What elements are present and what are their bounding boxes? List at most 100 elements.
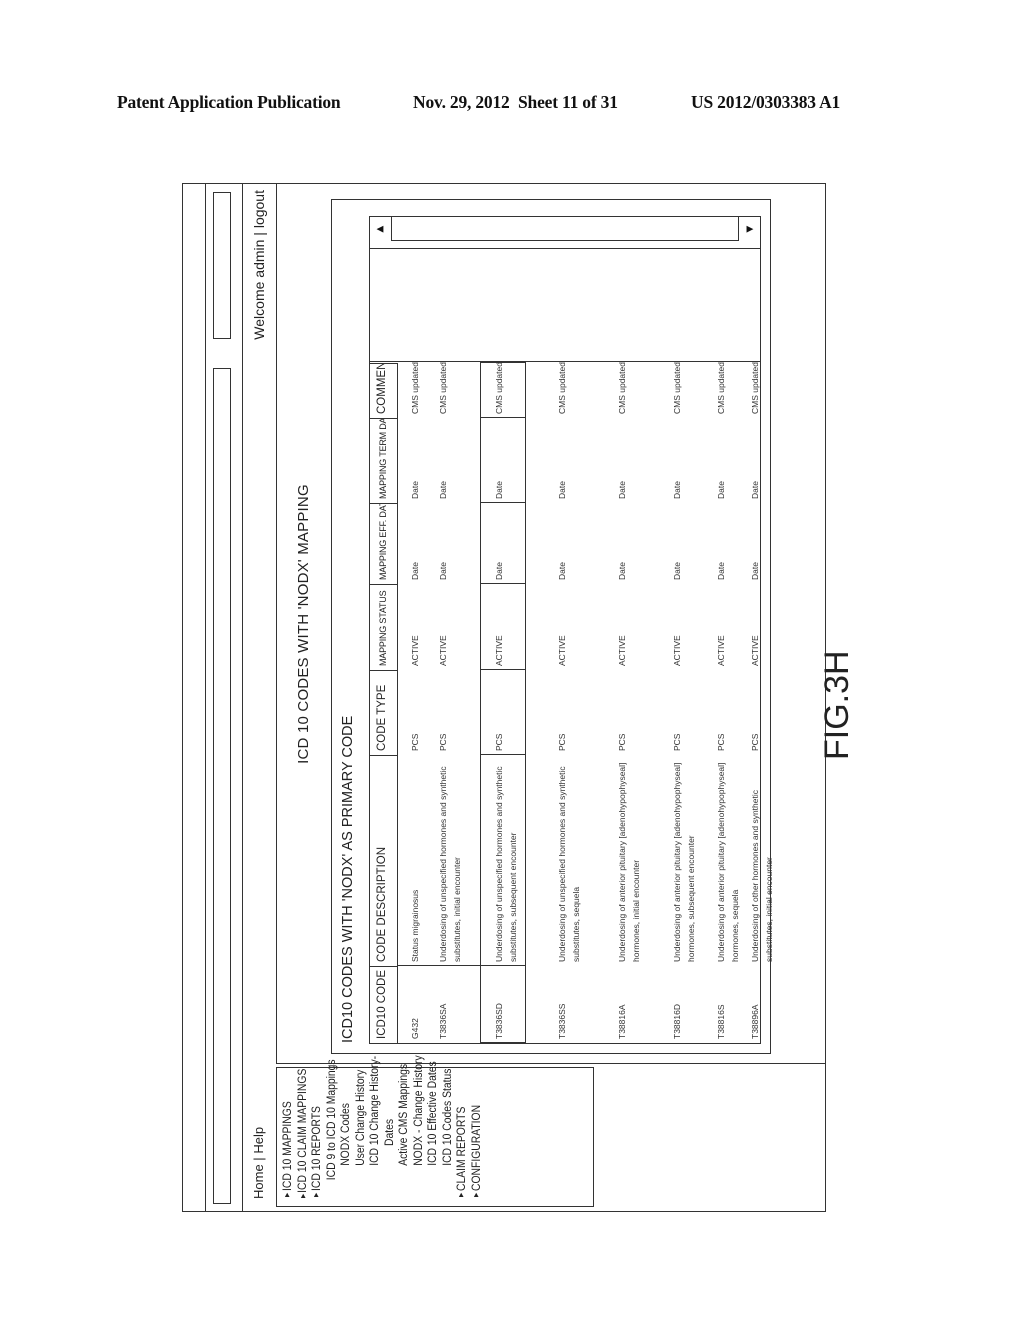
logout-link[interactable]: logout: [251, 190, 267, 228]
header-nav: Home | Help: [251, 1127, 266, 1199]
expand-arrow-icon: ▲: [312, 1190, 321, 1199]
sidebar-item-label: NODX Codes: [340, 1103, 352, 1166]
help-link[interactable]: Help: [251, 1127, 266, 1154]
sidebar-item-label: ICD 10 CLAIM MAPPINGS: [296, 1068, 309, 1193]
sidebar-item-label: User Change History: [354, 1069, 367, 1166]
column-header[interactable]: COMMENTS: [370, 363, 398, 418]
sidebar-item[interactable]: NODX - Change History: [412, 1055, 427, 1200]
cell-term-date: Date: [410, 481, 420, 499]
address-bar[interactable]: [213, 368, 231, 1204]
scroll-right-icon: ▶: [746, 224, 754, 235]
sidebar-item[interactable]: ICD 10 Effective Dates: [426, 1061, 441, 1200]
figure-label: FIG.3H: [818, 640, 878, 760]
column-header[interactable]: MAPPING TERM DATE: [370, 418, 398, 503]
selected-row-outline[interactable]: [480, 362, 526, 1043]
cell-term-date: Date: [557, 481, 567, 499]
search-box[interactable]: [213, 192, 231, 339]
cell-eff-date: Date: [716, 562, 726, 580]
cell-code: T38816D: [672, 1004, 682, 1039]
sidebar-item[interactable]: NODX Codes: [339, 1085, 354, 1200]
column-header[interactable]: ICD10 CODE: [370, 966, 398, 1043]
cell-status: ACTIVE: [672, 635, 682, 666]
sidebar-item[interactable]: ▲ ICD 10 MAPPINGS: [281, 1085, 296, 1200]
cell-divider: [480, 583, 526, 584]
separator: |: [251, 232, 267, 236]
cell-code: T38816A: [617, 1004, 627, 1040]
sidebar: ▲ ICD 10 MAPPINGS ▲ ICD 10 CLAIM MAPPINGS ▲ I…: [276, 1055, 594, 1207]
publication-date: Nov. 29, 2012: [413, 92, 510, 112]
cell-divider: [480, 965, 526, 966]
scroll-left-button[interactable]: ◀: [370, 217, 390, 241]
cell-comments: CMS updated: [557, 362, 567, 414]
page-title: ICD 10 CODES WITH 'NODX' MAPPING: [295, 484, 312, 764]
cell-term-date: Date: [617, 481, 627, 499]
cell-code: T38816S: [716, 1004, 726, 1040]
cell-code: G432: [410, 1018, 420, 1039]
results-panel: ICD10 CODES WITH 'NODX' AS PRIMARY CODE …: [331, 199, 774, 1054]
welcome-text: Welcome admin: [251, 239, 267, 340]
column-header[interactable]: CODE DESCRIPTION: [370, 755, 398, 966]
expand-arrow-icon: ▲: [471, 1190, 480, 1199]
sidebar-item[interactable]: ICD 10 Change History-: [368, 1056, 383, 1200]
sidebar-item[interactable]: ▲ ICD 10 CLAIM MAPPINGS: [296, 1069, 311, 1200]
sidebar-item-label: ICD 10 REPORTS: [311, 1106, 323, 1191]
sidebar-item[interactable]: ▲ CONFIGURATION: [470, 1085, 485, 1200]
cell-description: Underdosing of anterior pituitary [adeno…: [716, 762, 740, 962]
cell-status: ACTIVE: [557, 635, 567, 666]
cell-comments: CMS updated: [716, 362, 726, 414]
toolbar-divider: [205, 184, 206, 1211]
cell-type: PCS: [750, 733, 760, 751]
cell-divider: [480, 417, 526, 418]
cell-divider: [480, 502, 526, 503]
scroll-left-icon: ◀: [376, 224, 384, 235]
cell-divider: [480, 754, 526, 755]
cell-description: Underdosing of anterior pituitary [adeno…: [672, 762, 696, 962]
cell-type: PCS: [438, 733, 448, 751]
expand-arrow-icon: ▲: [298, 1191, 307, 1200]
cell-status: ACTIVE: [617, 635, 627, 666]
header-divider: [242, 184, 243, 1211]
sidebar-item[interactable]: ICD 9 to ICD 10 Mappings: [325, 1059, 340, 1200]
sidebar-item[interactable]: ICD 10 Codes Status: [441, 1069, 456, 1200]
scroll-right-button[interactable]: ▶: [740, 217, 760, 241]
home-link[interactable]: Home: [251, 1164, 266, 1199]
column-header[interactable]: MAPPING STATUS: [370, 584, 398, 670]
table-right-divider: [370, 361, 760, 362]
sidebar-item[interactable]: Active CMS Mappings: [397, 1064, 412, 1200]
sidebar-item[interactable]: ▲ ICD 10 REPORTS: [310, 1085, 325, 1200]
cell-description: Underdosing of anterior pituitary [adeno…: [617, 762, 641, 962]
codes-table: ◀ ▶ ICD10 CODE CODE DESCRIPTION CODE TYPE M…: [369, 216, 774, 1044]
sidebar-item-label: Dates: [383, 1118, 396, 1146]
cell-eff-date: Date: [617, 562, 627, 580]
cell-description: Underdosing of other hormones and synthe…: [750, 790, 774, 962]
cell-comments: CMS updated: [410, 362, 420, 414]
cell-eff-date: Date: [750, 562, 760, 580]
cell-type: PCS: [617, 733, 627, 751]
cell-divider: [398, 965, 480, 966]
cell-comments: CMS updated: [438, 362, 448, 414]
cell-eff-date: Date: [410, 562, 420, 580]
sidebar-item[interactable]: ▲ CLAIM REPORTS: [455, 1085, 470, 1200]
sidebar-item-label: ICD 10 Effective Dates: [427, 1061, 439, 1166]
cell-divider: [480, 669, 526, 670]
column-header[interactable]: CODE TYPE: [370, 670, 398, 755]
cell-code: T3836SA: [438, 1003, 448, 1039]
cell-type: PCS: [410, 733, 420, 751]
publication-header: Patent Application Publication Nov. 29, …: [117, 92, 937, 120]
cell-status: ACTIVE: [438, 635, 448, 666]
content-divider: [276, 1063, 825, 1064]
sidebar-item[interactable]: User Change History: [354, 1070, 369, 1200]
column-header[interactable]: MAPPING EFF. DATE: [370, 503, 398, 584]
horizontal-scrollbar[interactable]: ◀ ▶: [370, 217, 760, 249]
cell-status: ACTIVE: [716, 635, 726, 666]
cell-eff-date: Date: [438, 562, 448, 580]
application-window: Home | Help Welcome admin | logout ▲ ICD …: [182, 183, 826, 1212]
cell-description: Underdosing of unspecified hormones and …: [557, 766, 581, 962]
content-top-border: [276, 184, 277, 1064]
cell-term-date: Date: [438, 481, 448, 499]
cell-description: Underdosing of unspecified hormones and …: [438, 766, 462, 962]
cell-comments: CMS updated: [750, 362, 760, 414]
scroll-track[interactable]: [391, 217, 739, 241]
sidebar-item[interactable]: Dates: [383, 1085, 398, 1200]
cell-term-date: Date: [672, 481, 682, 499]
